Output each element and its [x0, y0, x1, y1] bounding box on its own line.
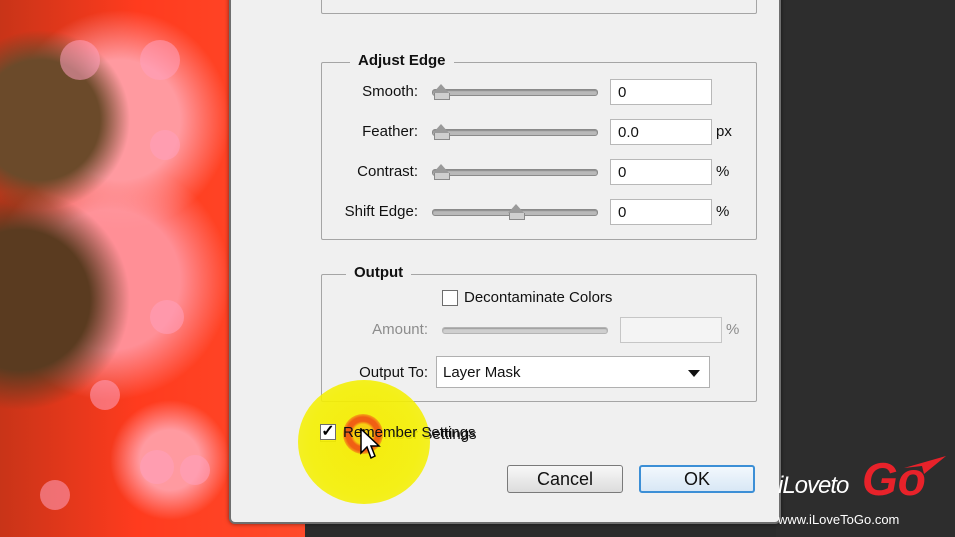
output-to-select[interactable]: Layer Mask — [436, 356, 710, 388]
output-to-value: Layer Mask — [443, 364, 521, 381]
shift-edge-label: Shift Edge: — [344, 203, 418, 220]
amount-input — [620, 317, 722, 343]
bokeh-light — [60, 40, 100, 80]
view-mode-group — [321, 0, 757, 14]
feather-unit: px — [716, 123, 732, 140]
decontaminate-colors-label: Decontaminate Colors — [464, 289, 613, 306]
shift-edge-slider[interactable] — [432, 204, 598, 220]
smooth-input[interactable]: 0 — [610, 79, 712, 105]
bokeh-light — [150, 300, 184, 334]
bokeh-light — [140, 40, 180, 80]
bokeh-light — [90, 380, 120, 410]
mouse-pointer-icon — [360, 428, 381, 460]
bokeh-light — [40, 480, 70, 510]
contrast-slider[interactable] — [432, 164, 598, 180]
amount-label: Amount: — [372, 321, 428, 338]
bokeh-light — [150, 130, 180, 160]
shift-edge-slider-thumb[interactable] — [508, 204, 525, 220]
contrast-slider-thumb[interactable] — [433, 164, 450, 180]
contrast-input[interactable]: 0 — [610, 159, 712, 185]
smooth-label: Smooth: — [362, 83, 418, 100]
output-to-label: Output To: — [359, 364, 428, 381]
shift-edge-input[interactable]: 0 — [610, 199, 712, 225]
cancel-button[interactable]: Cancel — [507, 465, 623, 493]
adjust-edge-group: Adjust Edge Smooth: 0 Feather: 0.0 px Co… — [321, 52, 757, 240]
logo-prefix: iLoveto — [778, 472, 849, 499]
watermark-logo: iLoveto Go www.iLoveToGo.com — [778, 452, 950, 532]
chevron-down-icon — [688, 370, 700, 377]
bokeh-light — [140, 450, 174, 484]
logo-url: www.iLoveToGo.com — [778, 512, 900, 527]
adjust-edge-title: Adjust Edge — [350, 52, 454, 69]
smooth-slider-thumb[interactable] — [433, 84, 450, 100]
ok-button[interactable]: OK — [639, 465, 755, 493]
bokeh-light — [180, 455, 210, 485]
decontaminate-colors-checkbox[interactable] — [442, 290, 458, 306]
amount-unit: % — [726, 321, 740, 338]
feather-label: Feather: — [362, 123, 418, 140]
shift-edge-unit: % — [716, 203, 730, 220]
paper-plane-icon — [904, 456, 946, 474]
feather-slider-thumb[interactable] — [433, 124, 450, 140]
remember-settings-checkbox-overlay: ✓ — [320, 423, 336, 440]
amount-slider — [442, 327, 608, 334]
contrast-label: Contrast: — [357, 163, 418, 180]
feather-input[interactable]: 0.0 — [610, 119, 712, 145]
output-title: Output — [346, 264, 412, 281]
feather-slider[interactable] — [432, 124, 598, 140]
contrast-unit: % — [716, 163, 730, 180]
smooth-slider[interactable] — [432, 84, 598, 100]
